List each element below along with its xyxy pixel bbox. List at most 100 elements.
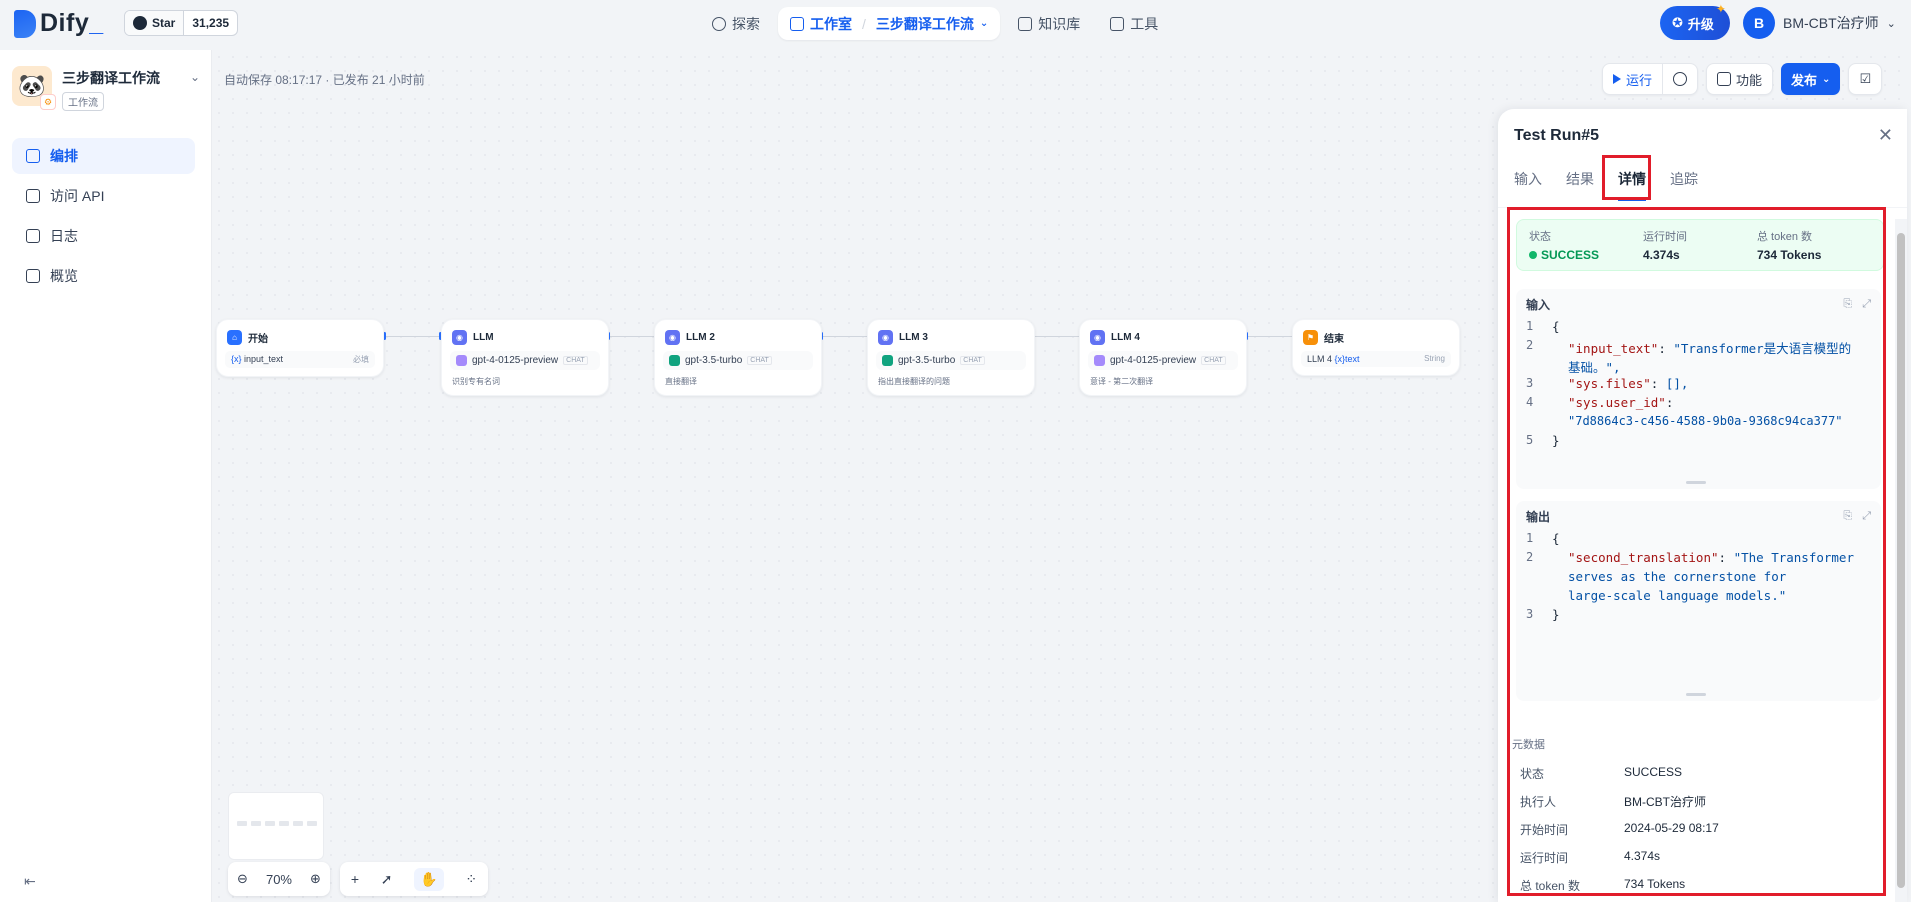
minimap[interactable] [228, 792, 324, 860]
panel-title: Test Run#5 [1514, 127, 1600, 144]
scrollbar-thumb[interactable] [1897, 233, 1905, 888]
node-description: 直接翻译 [665, 377, 697, 386]
current-app-selector[interactable]: 三步翻译工作流 [876, 14, 974, 34]
tab-input[interactable]: 输入 [1514, 163, 1542, 201]
edge [1246, 336, 1294, 337]
collapse-sidebar-icon[interactable]: ⇤ [24, 873, 36, 890]
robot-icon [790, 16, 804, 31]
zoom-controls: ⊖ 70% ⊕ [228, 862, 330, 896]
workflow-badge-icon: ⚙ [40, 94, 56, 110]
sparkle-icon: ✪ [1672, 15, 1683, 30]
checklist-icon: ☑ [1859, 71, 1872, 86]
terminal-icon [26, 189, 40, 203]
node-llm-2[interactable]: ◉ LLM 2 gpt-3.5-turbo CHAT 直接翻译 [654, 319, 822, 396]
app-sidebar: 🐼 ⚙ 三步翻译工作流 工作流 ⌄ 编排 访问 API 日志 概览 ⇤ [0, 50, 212, 902]
github-star-label: Star [152, 16, 176, 30]
book-icon [1018, 16, 1033, 31]
nav-studio[interactable]: 工作室 / 三步翻译工作流 ⌄ [778, 7, 1001, 40]
variable-icon: {x} [1334, 354, 1346, 364]
nav-tools[interactable]: 工具 [1098, 7, 1170, 40]
github-star-count: 31,235 [192, 16, 230, 30]
edge [384, 336, 440, 337]
edge [1033, 336, 1081, 337]
sidebar-menu: 编排 访问 API 日志 概览 [12, 138, 195, 298]
node-variable: LLM 4 {x}text String [1301, 351, 1451, 367]
history-icon [1673, 72, 1688, 86]
main-nav: 探索 工作室 / 三步翻译工作流 ⌄ 知识库 工具 [700, 7, 1170, 40]
user-menu[interactable]: B BM-CBT治疗师 ⌄ [1743, 6, 1896, 40]
compass-icon [712, 16, 726, 31]
sidebar-item-orchestrate[interactable]: 编排 [12, 138, 195, 174]
tab-trace[interactable]: 追踪 [1670, 163, 1698, 201]
zoom-level[interactable]: 70% [266, 872, 292, 887]
zoom-out-icon[interactable]: ⊖ [237, 871, 248, 887]
grid-icon [1717, 72, 1732, 86]
top-nav: Dify_ Star 31,235 探索 工作室 / 三步翻译工作流 ⌄ 知识库 工具… [0, 0, 1911, 50]
highlight-box-tab [1602, 155, 1651, 200]
openai-icon [1094, 355, 1105, 366]
node-description: 意译 - 第二次翻译 [1090, 377, 1154, 386]
chevron-down-icon: ⌄ [979, 18, 989, 29]
node-llm-1[interactable]: ◉ LLM gpt-4-0125-preview CHAT 识别专有名词 [441, 319, 609, 396]
checklist-button[interactable]: ☑ [1849, 64, 1881, 94]
node-model: gpt-4-0125-preview CHAT [1088, 351, 1238, 370]
canvas-tools: + ➚ ✋ ⁘ [340, 862, 488, 896]
llm-icon: ◉ [1090, 330, 1105, 345]
history-button[interactable] [1663, 64, 1697, 94]
openai-icon [669, 355, 680, 366]
sidebar-item-api[interactable]: 访问 API [12, 178, 195, 214]
node-start[interactable]: ⌂ 开始 {x} input_text 必填 [216, 319, 384, 377]
avatar: B [1743, 7, 1775, 39]
star-sparkle-icon: ✦ [1715, 2, 1726, 16]
flag-icon: ⚑ [1303, 330, 1318, 345]
run-button[interactable]: 运行 [1603, 64, 1664, 94]
node-description: 识别专有名词 [452, 377, 500, 386]
workflow-toolbar: 运行 功能 发布 ⌄ ☑ [1602, 63, 1883, 95]
organize-icon[interactable]: ⁘ [465, 871, 477, 888]
node-llm-4[interactable]: ◉ LLM 4 gpt-4-0125-preview CHAT 意译 - 第二次翻译 [1079, 319, 1247, 396]
upgrade-button[interactable]: ✪ 升级 ✦ [1660, 2, 1730, 40]
chevron-down-icon: ⌄ [1886, 17, 1896, 30]
toolbox-icon [1110, 16, 1125, 31]
node-model: gpt-4-0125-preview CHAT [450, 351, 600, 370]
node-variable: {x} input_text 必填 [225, 351, 375, 368]
dify-logo-mark [14, 9, 36, 38]
variable-icon: {x} [231, 354, 245, 364]
tab-result[interactable]: 结果 [1566, 163, 1594, 201]
github-star-widget[interactable]: Star 31,235 [124, 10, 239, 36]
llm-icon: ◉ [452, 330, 467, 345]
home-icon: ⌂ [227, 330, 242, 345]
chevron-down-icon[interactable]: ⌄ [190, 70, 200, 84]
app-info-card[interactable]: 🐼 ⚙ 三步翻译工作流 工作流 ⌄ [12, 66, 200, 111]
edge [821, 336, 869, 337]
features-button[interactable]: 功能 [1707, 64, 1772, 94]
user-name: BM-CBT治疗师 [1783, 15, 1879, 31]
sidebar-item-overview[interactable]: 概览 [12, 258, 195, 294]
close-icon[interactable]: ✕ [1878, 125, 1893, 146]
llm-icon: ◉ [665, 330, 680, 345]
chevron-down-icon: ⌄ [1822, 73, 1831, 85]
nav-knowledge[interactable]: 知识库 [1006, 7, 1092, 40]
brand-name: Dify [40, 9, 90, 37]
zoom-in-icon[interactable]: ⊕ [310, 871, 321, 887]
publish-button[interactable]: 发布 ⌄ [1781, 63, 1841, 95]
openai-icon [456, 355, 467, 366]
play-icon [1613, 74, 1621, 84]
highlight-box-detail [1507, 207, 1886, 896]
dify-logo[interactable]: Dify_ [14, 9, 104, 38]
openai-icon [882, 355, 893, 366]
hand-icon[interactable]: ✋ [414, 867, 444, 891]
node-model: gpt-3.5-turbo CHAT [663, 351, 813, 370]
app-type-badge: 工作流 [62, 92, 104, 111]
nav-explore[interactable]: 探索 [700, 7, 772, 40]
node-model: gpt-3.5-turbo CHAT [876, 351, 1026, 370]
pointer-icon[interactable]: ➚ [381, 871, 393, 888]
node-llm-3[interactable]: ◉ LLM 3 gpt-3.5-turbo CHAT 指出直接翻译的问题 [867, 319, 1035, 396]
app-name: 三步翻译工作流 [62, 70, 160, 86]
node-description: 指出直接翻译的问题 [878, 377, 950, 386]
node-end[interactable]: ⚑ 结束 LLM 4 {x}text String [1292, 319, 1460, 376]
github-icon [133, 16, 147, 30]
workflow-icon [26, 149, 40, 163]
add-node-icon[interactable]: + [351, 871, 359, 887]
sidebar-item-logs[interactable]: 日志 [12, 218, 195, 254]
